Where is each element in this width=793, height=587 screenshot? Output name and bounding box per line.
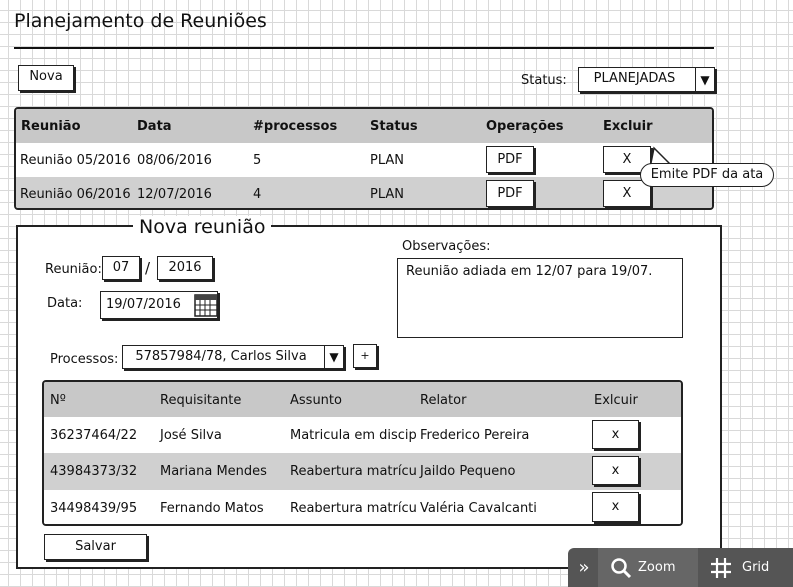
new-meeting-title: Nova reunião (133, 216, 272, 238)
pdf-tooltip: Emite PDF da ata (640, 163, 774, 187)
table-row[interactable]: Reunião 06/2016 12/07/2016 4 PLAN PDF X (16, 177, 712, 208)
reuniao-label: Reunião: (45, 262, 102, 277)
table-row[interactable]: 36237464/22 José Silva Matricula em disc… (44, 417, 681, 453)
chevron-down-icon[interactable]: ▼ (695, 68, 714, 91)
cell-assunto: Reabertura matrícu (290, 501, 416, 516)
add-process-button[interactable]: + (353, 344, 377, 368)
meetings-table-header: Reunião Data #processos Status Operações… (16, 109, 712, 143)
processes-table-header: Nº Requisitante Assunto Relator Exlcuir (44, 382, 681, 417)
cell-requisitante: José Silva (160, 428, 222, 443)
delete-process-button[interactable]: x (592, 456, 639, 485)
page-title: Planejamento de Reuniões (14, 10, 267, 32)
zoom-button[interactable]: Zoom (598, 548, 698, 587)
cell-numero: 34498439/95 (50, 501, 138, 516)
cell-processos: 5 (253, 153, 262, 168)
table-row[interactable]: 43984373/32 Mariana Mendes Reabertura ma… (44, 453, 681, 490)
meetings-table: Reunião Data #processos Status Operações… (14, 107, 714, 210)
cell-data: 08/06/2016 (137, 153, 212, 168)
cell-requisitante: Mariana Mendes (160, 464, 267, 479)
cell-assunto: Matricula em discipl (290, 428, 416, 443)
meeting-separator: / (145, 259, 151, 277)
col-relator: Relator (420, 393, 467, 408)
cell-data: 12/07/2016 (137, 187, 212, 202)
processes-table: Nº Requisitante Assunto Relator Exlcuir … (42, 380, 683, 526)
cell-relator: Jaildo Pequeno (420, 464, 516, 479)
col-processos: #processos (253, 119, 338, 134)
cell-relator: Frederico Pereira (420, 428, 530, 443)
status-select[interactable]: PLANEJADAS ▼ (578, 67, 715, 92)
date-label: Data: (47, 296, 83, 311)
grid-label: Grid (742, 560, 770, 575)
observations-textarea[interactable]: Reunião adiada em 12/07 para 19/07. (397, 258, 683, 338)
new-meeting-button[interactable]: Nova (18, 65, 74, 91)
zoom-label: Zoom (638, 560, 676, 575)
observations-label: Observações: (402, 239, 491, 254)
cell-processos: 4 (253, 187, 262, 202)
chevron-down-icon[interactable]: ▼ (324, 346, 343, 368)
col-status: Status (370, 119, 418, 134)
grid-icon (711, 557, 731, 578)
magnifier-icon (611, 557, 632, 578)
col-data: Data (137, 119, 172, 134)
collapse-icon[interactable]: » (572, 548, 596, 587)
process-select[interactable]: 57857984/78, Carlos Silva ▼ (122, 345, 344, 369)
cell-requisitante: Fernando Matos (160, 501, 264, 516)
cell-numero: 36237464/22 (50, 428, 138, 443)
col-requisitante: Requisitante (160, 393, 242, 408)
cell-status: PLAN (370, 153, 404, 168)
table-row[interactable]: 34498439/95 Fernando Matos Reabertura ma… (44, 490, 681, 524)
calendar-icon[interactable] (194, 293, 220, 319)
col-reuniao: Reunião (21, 119, 81, 134)
save-button[interactable]: Salvar (44, 534, 147, 560)
col-excluir: Excluir (603, 119, 653, 134)
delete-process-button[interactable]: x (592, 420, 639, 449)
view-toolbar: » Zoom Grid (568, 548, 793, 587)
cell-reuniao: Reunião 05/2016 (20, 153, 131, 168)
delete-process-button[interactable]: x (592, 492, 639, 522)
date-value: 19/07/2016 (106, 297, 181, 312)
cell-reuniao: Reunião 06/2016 (20, 187, 131, 202)
process-select-value: 57857984/78, Carlos Silva (135, 349, 307, 364)
status-label: Status: (521, 73, 567, 88)
col-assunto: Assunto (290, 393, 342, 408)
status-select-value: PLANEJADAS (593, 71, 676, 86)
col-operacoes: Operações (486, 119, 564, 134)
cell-relator: Valéria Cavalcanti (420, 501, 537, 516)
meeting-number-input[interactable]: 07 (102, 256, 140, 280)
pdf-button[interactable]: PDF (486, 180, 534, 207)
col-excluir: Exlcuir (594, 393, 638, 408)
table-row[interactable]: Reunião 05/2016 08/06/2016 5 PLAN PDF X (16, 143, 712, 177)
cell-assunto: Reabertura matrícu (290, 464, 416, 479)
grid-button[interactable]: Grid (700, 548, 793, 587)
title-divider (14, 47, 714, 49)
cell-status: PLAN (370, 187, 404, 202)
meeting-year-input[interactable]: 2016 (157, 256, 213, 280)
processes-label: Processos: (50, 352, 119, 367)
col-numero: Nº (50, 393, 66, 408)
cell-numero: 43984373/32 (50, 464, 138, 479)
pdf-button[interactable]: PDF (486, 146, 534, 173)
